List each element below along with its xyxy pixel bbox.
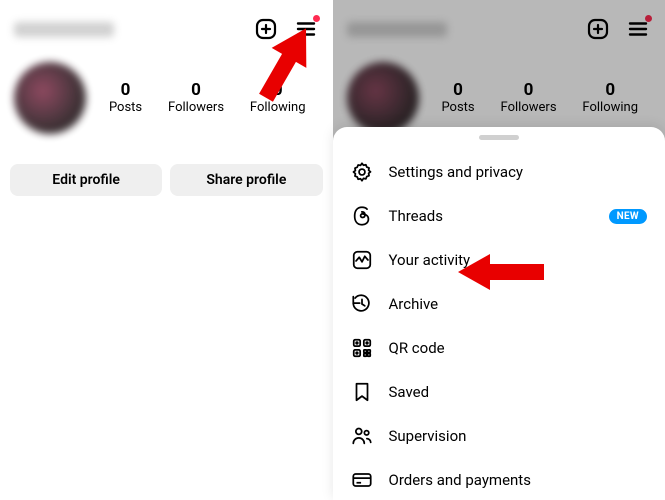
menu-label: Your activity (389, 251, 648, 269)
posts-label: Posts (109, 100, 142, 115)
username-blurred (14, 22, 114, 37)
menu-button[interactable] (625, 16, 651, 42)
menu-label: Saved (389, 383, 648, 401)
following-count: 0 (273, 81, 283, 100)
username-blurred (347, 22, 447, 37)
menu-button[interactable] (293, 16, 319, 42)
create-post-button[interactable] (585, 16, 611, 42)
menu-your-activity[interactable]: Your activity (333, 238, 665, 282)
plus-icon (586, 17, 610, 41)
followers-label: Followers (501, 100, 557, 115)
menu-sheet: Settings and privacy Threads NEW (333, 127, 665, 500)
activity-icon (351, 249, 373, 271)
posts-count: 0 (453, 81, 463, 100)
menu-label: Archive (389, 295, 648, 313)
threads-icon (351, 205, 373, 227)
qr-icon (351, 337, 373, 359)
profile-screen-left: 0 Posts 0 Followers 0 Following Edit pro… (0, 0, 333, 500)
menu-threads[interactable]: Threads NEW (333, 194, 665, 238)
notification-dot (645, 15, 652, 22)
followers-count: 0 (524, 81, 534, 100)
menu-label: Settings and privacy (389, 163, 648, 181)
posts-label: Posts (441, 100, 474, 115)
following-stat[interactable]: 0 Following (582, 81, 638, 115)
followers-count: 0 (191, 81, 201, 100)
menu-orders[interactable]: Orders and payments (333, 458, 665, 500)
gear-icon (351, 161, 373, 183)
followers-label: Followers (168, 100, 224, 115)
menu-list: Settings and privacy Threads NEW (333, 146, 665, 500)
archive-icon (351, 293, 373, 315)
posts-count: 0 (121, 81, 131, 100)
plus-icon (254, 17, 278, 41)
menu-label: Threads (389, 207, 609, 225)
menu-qr-code[interactable]: QR code (333, 326, 665, 370)
menu-label: Orders and payments (389, 471, 648, 489)
edit-profile-button[interactable]: Edit profile (10, 164, 162, 196)
menu-settings[interactable]: Settings and privacy (333, 150, 665, 194)
followers-stat[interactable]: 0 Followers (168, 81, 224, 115)
following-stat[interactable]: 0 Following (250, 81, 306, 115)
following-label: Following (250, 100, 306, 115)
sheet-grabber[interactable] (479, 135, 519, 140)
menu-archive[interactable]: Archive (333, 282, 665, 326)
notification-dot (313, 15, 320, 22)
menu-saved[interactable]: Saved (333, 370, 665, 414)
following-label: Following (582, 100, 638, 115)
menu-label: Supervision (389, 427, 648, 445)
card-icon (351, 469, 373, 491)
followers-stat[interactable]: 0 Followers (501, 81, 557, 115)
following-count: 0 (605, 81, 615, 100)
avatar[interactable] (14, 62, 86, 134)
menu-label: QR code (389, 339, 648, 357)
create-post-button[interactable] (253, 16, 279, 42)
posts-stat[interactable]: 0 Posts (441, 81, 474, 115)
new-badge: NEW (609, 209, 647, 224)
avatar[interactable] (347, 62, 419, 134)
posts-stat[interactable]: 0 Posts (109, 81, 142, 115)
supervision-icon (351, 425, 373, 447)
share-profile-button[interactable]: Share profile (170, 164, 322, 196)
bookmark-icon (351, 381, 373, 403)
menu-supervision[interactable]: Supervision (333, 414, 665, 458)
